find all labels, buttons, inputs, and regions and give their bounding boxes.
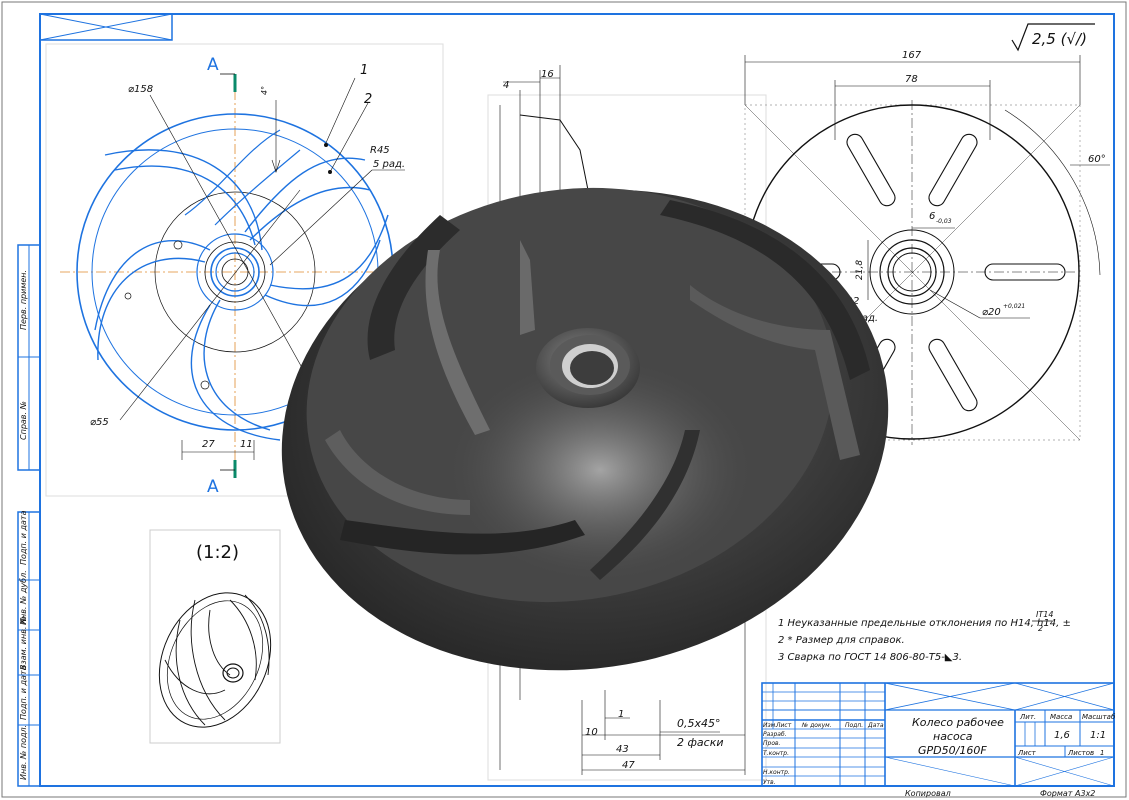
tb-row-ncontrol: Н.контр. <box>763 769 790 776</box>
strip-label-6: Подп. и дата <box>19 665 28 720</box>
tb-header-date: Дата <box>867 722 884 729</box>
dim-11: 11 <box>240 439 253 450</box>
dim-10: 10 <box>585 727 598 738</box>
tb-header-doc: № докум. <box>801 722 832 729</box>
tb-format: Формат <box>1040 789 1073 798</box>
dim-d55: ⌀55 <box>90 417 109 428</box>
dim-angle-4: 4° <box>260 86 269 95</box>
dim-key-6-tol: -0,03 <box>936 218 952 225</box>
tb-lit: Лит. <box>1019 713 1036 721</box>
tb-sheet: Лист <box>1017 749 1037 757</box>
note-1: 1 Неуказанные предельные отклонения по H… <box>778 618 1071 629</box>
roughness-value: 2,5 (√/) <box>1032 30 1087 48</box>
dim-27: 27 <box>202 439 215 450</box>
strip-label-5: Взам. инв. № <box>19 616 28 670</box>
scale-label: (1:2) <box>196 542 239 563</box>
callout-2: 2 <box>364 92 372 107</box>
dim-d158: ⌀158 <box>128 84 153 95</box>
dim-1: 1 <box>618 709 624 720</box>
part-name-2: насоса <box>933 730 973 743</box>
tb-copied: Копировал <box>905 789 951 798</box>
dim-chamfer: 0,5x45° <box>677 717 721 730</box>
tb-scale: Масштаб <box>1082 713 1116 721</box>
tb-mass-value: 1,6 <box>1054 730 1070 741</box>
section-mark-bottom: A <box>207 477 219 497</box>
dim-d20: ⌀20 <box>982 307 1001 318</box>
part-name-3: GPD50/160F <box>918 744 987 757</box>
dim-5rad: 5 рад. <box>373 159 405 170</box>
note-2: 2 * Размер для справок. <box>778 635 905 646</box>
strip-label-7: Инв. № подл. <box>19 725 28 780</box>
tb-row-tcontrol: Т.контр. <box>763 750 789 757</box>
dim-4: 4 <box>503 80 509 91</box>
tb-format-value: А3x2 <box>1074 789 1095 798</box>
part-name-1: Колесо рабочее <box>912 716 1004 729</box>
dim-d20-tol: +0,021 <box>1003 303 1025 310</box>
dim-167: 167 <box>902 50 922 61</box>
dim-16: 16 <box>541 69 554 80</box>
dim-78: 78 <box>905 74 918 85</box>
note-fraction-den: 2 <box>1038 624 1043 633</box>
callout-1: 1 <box>360 63 368 78</box>
tb-sheets: Листов <box>1067 749 1094 757</box>
tb-row-checked: Пров. <box>763 740 781 747</box>
tb-row-developed: Разраб. <box>763 731 787 738</box>
section-mark-top: A <box>207 55 219 75</box>
dim-key-6: 6 <box>929 211 935 222</box>
tb-sheets-value: 1 <box>1100 749 1104 757</box>
note-fraction-num: IT14 <box>1036 610 1053 619</box>
tb-scale-value: 1:1 <box>1090 730 1106 741</box>
note-3: 3 Сварка по ГОСТ 14 806-80-Т5-◣3. <box>778 652 962 663</box>
strip-label-2: Справ. № <box>19 401 28 440</box>
dim-r45: R45 <box>370 145 390 156</box>
dim-47: 47 <box>622 760 635 771</box>
tb-header-list: Лист <box>775 722 792 729</box>
tb-row-approved: Утв. <box>763 779 776 786</box>
dim-60deg: 60° <box>1088 154 1106 165</box>
strip-label-1: Перв. примен. <box>19 270 28 330</box>
dim-chamfer-note: 2 фаски <box>677 736 723 749</box>
tb-mass: Масса <box>1050 713 1072 721</box>
strip-label-3: Подп. и дата <box>19 510 28 565</box>
dim-21-8: 21,8 <box>855 260 865 280</box>
dim-43: 43 <box>616 744 629 755</box>
scale-view: (1:2) <box>149 529 281 744</box>
tb-header-sign: Подп. <box>845 722 863 729</box>
drawing-sheet: Перв. примен. Справ. № Подп. и дата Инв.… <box>1 1 1127 798</box>
